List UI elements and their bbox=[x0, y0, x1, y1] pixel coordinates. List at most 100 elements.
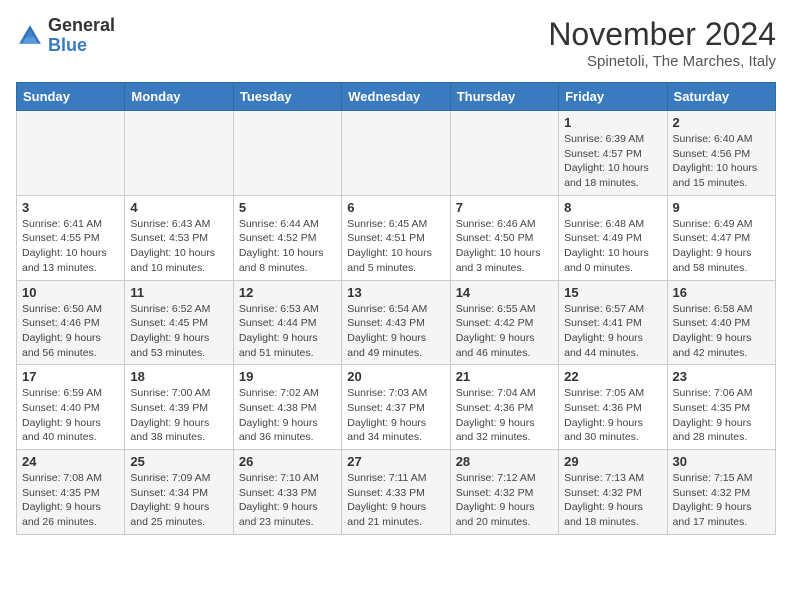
day-cell bbox=[233, 111, 341, 196]
day-cell: 21 Sunrise: 7:04 AM Sunset: 4:36 PM Dayli… bbox=[450, 365, 558, 450]
day-info: Sunrise: 6:54 AM Sunset: 4:43 PM Dayligh… bbox=[347, 303, 427, 359]
day-info: Sunrise: 7:03 AM Sunset: 4:37 PM Dayligh… bbox=[347, 387, 427, 443]
day-cell: 13 Sunrise: 6:54 AM Sunset: 4:43 PM Dayli… bbox=[342, 280, 450, 365]
day-info: Sunrise: 6:58 AM Sunset: 4:40 PM Dayligh… bbox=[673, 303, 753, 359]
day-header-saturday: Saturday bbox=[667, 83, 775, 111]
day-cell: 22 Sunrise: 7:05 AM Sunset: 4:36 PM Dayli… bbox=[559, 365, 667, 450]
day-cell: 3 Sunrise: 6:41 AM Sunset: 4:55 PM Daylig… bbox=[17, 195, 125, 280]
day-info: Sunrise: 6:41 AM Sunset: 4:55 PM Dayligh… bbox=[22, 218, 107, 274]
day-number: 5 bbox=[239, 200, 336, 215]
logo-blue: Blue bbox=[48, 35, 87, 55]
day-info: Sunrise: 6:53 AM Sunset: 4:44 PM Dayligh… bbox=[239, 303, 319, 359]
day-cell: 15 Sunrise: 6:57 AM Sunset: 4:41 PM Dayli… bbox=[559, 280, 667, 365]
day-header-wednesday: Wednesday bbox=[342, 83, 450, 111]
day-cell: 30 Sunrise: 7:15 AM Sunset: 4:32 PM Dayli… bbox=[667, 450, 775, 535]
day-cell: 25Sunrise: 7:09 AM Sunset: 4:34 PM Dayli… bbox=[125, 450, 233, 535]
day-number: 27 bbox=[347, 454, 444, 469]
day-header-thursday: Thursday bbox=[450, 83, 558, 111]
day-cell: 26Sunrise: 7:10 AM Sunset: 4:33 PM Dayli… bbox=[233, 450, 341, 535]
month-title: November 2024 bbox=[548, 16, 776, 53]
week-row-5: 24Sunrise: 7:08 AM Sunset: 4:35 PM Dayli… bbox=[17, 450, 776, 535]
day-info: Sunrise: 6:48 AM Sunset: 4:49 PM Dayligh… bbox=[564, 218, 649, 274]
day-info: Sunrise: 7:10 AM Sunset: 4:33 PM Dayligh… bbox=[239, 472, 319, 528]
day-number: 11 bbox=[130, 285, 227, 300]
title-area: November 2024 Spinetoli, The Marches, It… bbox=[548, 16, 776, 70]
days-header: SundayMondayTuesdayWednesdayThursdayFrid… bbox=[17, 83, 776, 111]
day-number: 13 bbox=[347, 285, 444, 300]
day-info: Sunrise: 6:59 AM Sunset: 4:40 PM Dayligh… bbox=[22, 387, 102, 443]
day-info: Sunrise: 6:50 AM Sunset: 4:46 PM Dayligh… bbox=[22, 303, 102, 359]
day-cell: 17 Sunrise: 6:59 AM Sunset: 4:40 PM Dayli… bbox=[17, 365, 125, 450]
day-number: 16 bbox=[673, 285, 770, 300]
day-number: 29 bbox=[564, 454, 661, 469]
day-cell: 9Sunrise: 6:49 AM Sunset: 4:47 PM Daylig… bbox=[667, 195, 775, 280]
day-info: Sunrise: 6:46 AM Sunset: 4:50 PM Dayligh… bbox=[456, 218, 541, 274]
day-cell: 29 Sunrise: 7:13 AM Sunset: 4:32 PM Dayli… bbox=[559, 450, 667, 535]
page-header: General Blue November 2024 Spinetoli, Th… bbox=[16, 16, 776, 70]
day-info: Sunrise: 7:02 AM Sunset: 4:38 PM Dayligh… bbox=[239, 387, 319, 443]
week-row-1: 1 Sunrise: 6:39 AM Sunset: 4:57 PM Daylig… bbox=[17, 111, 776, 196]
day-number: 18 bbox=[130, 369, 227, 384]
logo-general: General bbox=[48, 15, 115, 35]
day-info: Sunrise: 6:57 AM Sunset: 4:41 PM Dayligh… bbox=[564, 303, 644, 359]
day-info: Sunrise: 6:55 AM Sunset: 4:42 PM Dayligh… bbox=[456, 303, 536, 359]
day-cell: 27Sunrise: 7:11 AM Sunset: 4:33 PM Dayli… bbox=[342, 450, 450, 535]
day-number: 14 bbox=[456, 285, 553, 300]
day-cell bbox=[125, 111, 233, 196]
day-number: 2 bbox=[673, 115, 770, 130]
day-header-tuesday: Tuesday bbox=[233, 83, 341, 111]
day-number: 30 bbox=[673, 454, 770, 469]
day-number: 23 bbox=[673, 369, 770, 384]
day-info: Sunrise: 6:52 AM Sunset: 4:45 PM Dayligh… bbox=[130, 303, 210, 359]
day-cell: 23Sunrise: 7:06 AM Sunset: 4:35 PM Dayli… bbox=[667, 365, 775, 450]
day-number: 6 bbox=[347, 200, 444, 215]
day-cell: 28 Sunrise: 7:12 AM Sunset: 4:32 PM Dayli… bbox=[450, 450, 558, 535]
day-info: Sunrise: 7:05 AM Sunset: 4:36 PM Dayligh… bbox=[564, 387, 644, 443]
day-cell: 7Sunrise: 6:46 AM Sunset: 4:50 PM Daylig… bbox=[450, 195, 558, 280]
day-number: 20 bbox=[347, 369, 444, 384]
day-number: 19 bbox=[239, 369, 336, 384]
day-info: Sunrise: 6:39 AM Sunset: 4:57 PM Dayligh… bbox=[564, 133, 649, 189]
day-cell: 2 Sunrise: 6:40 AM Sunset: 4:56 PM Daylig… bbox=[667, 111, 775, 196]
day-info: Sunrise: 7:15 AM Sunset: 4:32 PM Dayligh… bbox=[673, 472, 753, 528]
day-info: Sunrise: 7:08 AM Sunset: 4:35 PM Dayligh… bbox=[22, 472, 102, 528]
day-cell: 16 Sunrise: 6:58 AM Sunset: 4:40 PM Dayli… bbox=[667, 280, 775, 365]
day-cell: 20 Sunrise: 7:03 AM Sunset: 4:37 PM Dayli… bbox=[342, 365, 450, 450]
day-info: Sunrise: 7:09 AM Sunset: 4:34 PM Dayligh… bbox=[130, 472, 210, 528]
day-cell: 8 Sunrise: 6:48 AM Sunset: 4:49 PM Daylig… bbox=[559, 195, 667, 280]
day-cell: 5 Sunrise: 6:44 AM Sunset: 4:52 PM Daylig… bbox=[233, 195, 341, 280]
day-info: Sunrise: 7:13 AM Sunset: 4:32 PM Dayligh… bbox=[564, 472, 644, 528]
calendar-table: SundayMondayTuesdayWednesdayThursdayFrid… bbox=[16, 82, 776, 535]
location-subtitle: Spinetoli, The Marches, Italy bbox=[548, 53, 776, 70]
day-cell bbox=[17, 111, 125, 196]
day-info: Sunrise: 6:43 AM Sunset: 4:53 PM Dayligh… bbox=[130, 218, 215, 274]
day-number: 15 bbox=[564, 285, 661, 300]
day-number: 9 bbox=[673, 200, 770, 215]
day-cell: 24Sunrise: 7:08 AM Sunset: 4:35 PM Dayli… bbox=[17, 450, 125, 535]
logo: General Blue bbox=[16, 16, 115, 56]
day-number: 1 bbox=[564, 115, 661, 130]
day-cell: 10 Sunrise: 6:50 AM Sunset: 4:46 PM Dayli… bbox=[17, 280, 125, 365]
day-info: Sunrise: 7:04 AM Sunset: 4:36 PM Dayligh… bbox=[456, 387, 536, 443]
day-cell: 1 Sunrise: 6:39 AM Sunset: 4:57 PM Daylig… bbox=[559, 111, 667, 196]
day-number: 10 bbox=[22, 285, 119, 300]
day-number: 17 bbox=[22, 369, 119, 384]
day-number: 3 bbox=[22, 200, 119, 215]
day-cell bbox=[450, 111, 558, 196]
day-info: Sunrise: 6:40 AM Sunset: 4:56 PM Dayligh… bbox=[673, 133, 758, 189]
day-number: 28 bbox=[456, 454, 553, 469]
day-number: 8 bbox=[564, 200, 661, 215]
day-info: Sunrise: 7:00 AM Sunset: 4:39 PM Dayligh… bbox=[130, 387, 210, 443]
day-number: 12 bbox=[239, 285, 336, 300]
day-header-monday: Monday bbox=[125, 83, 233, 111]
day-number: 22 bbox=[564, 369, 661, 384]
week-row-2: 3 Sunrise: 6:41 AM Sunset: 4:55 PM Daylig… bbox=[17, 195, 776, 280]
day-number: 21 bbox=[456, 369, 553, 384]
day-cell: 4Sunrise: 6:43 AM Sunset: 4:53 PM Daylig… bbox=[125, 195, 233, 280]
week-row-3: 10 Sunrise: 6:50 AM Sunset: 4:46 PM Dayli… bbox=[17, 280, 776, 365]
week-row-4: 17 Sunrise: 6:59 AM Sunset: 4:40 PM Dayli… bbox=[17, 365, 776, 450]
day-cell: 18 Sunrise: 7:00 AM Sunset: 4:39 PM Dayli… bbox=[125, 365, 233, 450]
day-info: Sunrise: 7:12 AM Sunset: 4:32 PM Dayligh… bbox=[456, 472, 536, 528]
day-info: Sunrise: 6:44 AM Sunset: 4:52 PM Dayligh… bbox=[239, 218, 324, 274]
day-cell: 11 Sunrise: 6:52 AM Sunset: 4:45 PM Dayli… bbox=[125, 280, 233, 365]
